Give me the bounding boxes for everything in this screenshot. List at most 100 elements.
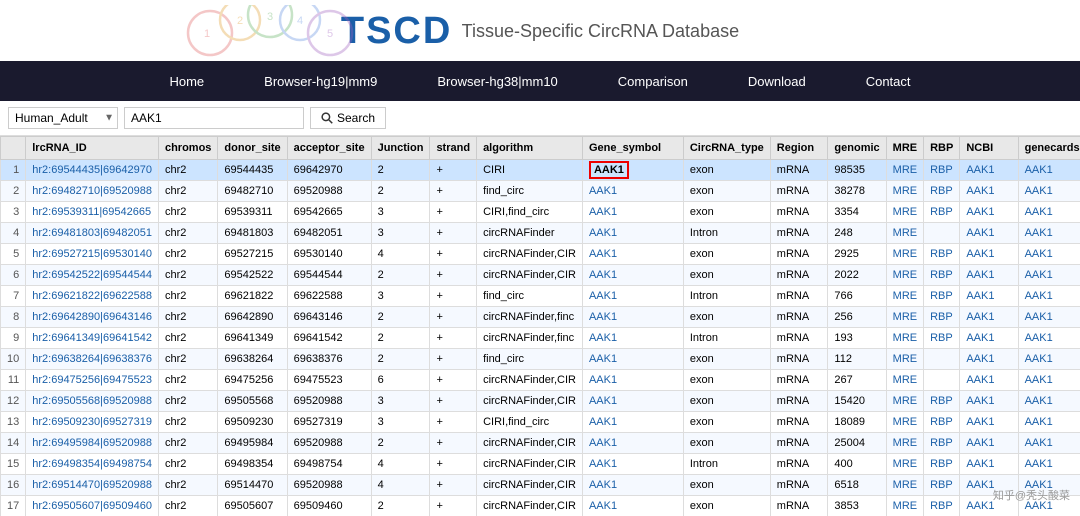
nav-comparison[interactable]: Comparison [588, 61, 718, 101]
cell-genecards[interactable]: AAK1 [1018, 223, 1080, 244]
cell-rbp[interactable] [924, 349, 960, 370]
cell-gene[interactable]: AAK1 [582, 370, 683, 391]
cell-mre[interactable]: MRE [886, 454, 923, 475]
cell-genecards[interactable]: AAK1 [1018, 181, 1080, 202]
cell-genecards[interactable]: AAK1 [1018, 265, 1080, 286]
cell-gene[interactable]: AAK1 [582, 328, 683, 349]
cell-gene[interactable]: AAK1 [582, 349, 683, 370]
cell-ncbi[interactable]: AAK1 [960, 244, 1018, 265]
cell-mre[interactable]: MRE [886, 223, 923, 244]
cell-gene[interactable]: AAK1 [582, 244, 683, 265]
cell-ncbi[interactable]: AAK1 [960, 433, 1018, 454]
cell-mre[interactable]: MRE [886, 160, 923, 181]
cell-gene[interactable]: AAK1 [582, 391, 683, 412]
cell-id[interactable]: hr2:69509230|69527319 [26, 412, 159, 433]
cell-id[interactable]: hr2:69475256|69475523 [26, 370, 159, 391]
cell-genecards[interactable]: AAK1 [1018, 286, 1080, 307]
cell-rbp[interactable]: RBP [924, 412, 960, 433]
cell-rbp[interactable]: RBP [924, 202, 960, 223]
cell-id[interactable]: hr2:69641349|69641542 [26, 328, 159, 349]
cell-id[interactable]: hr2:69498354|69498754 [26, 454, 159, 475]
cell-gene[interactable]: AAK1 [582, 454, 683, 475]
cell-mre[interactable]: MRE [886, 244, 923, 265]
cell-rbp[interactable]: RBP [924, 160, 960, 181]
search-input[interactable] [124, 107, 304, 129]
cell-mre[interactable]: MRE [886, 286, 923, 307]
cell-id[interactable]: hr2:69482710|69520988 [26, 181, 159, 202]
cell-genecards[interactable]: AAK1 [1018, 433, 1080, 454]
cell-id[interactable]: hr2:69542522|69544544 [26, 265, 159, 286]
cell-rbp[interactable] [924, 370, 960, 391]
cell-mre[interactable]: MRE [886, 181, 923, 202]
cell-gene[interactable]: AAK1 [582, 202, 683, 223]
cell-mre[interactable]: MRE [886, 202, 923, 223]
cell-genecards[interactable]: AAK1 [1018, 160, 1080, 181]
cell-rbp[interactable]: RBP [924, 244, 960, 265]
cell-ncbi[interactable]: AAK1 [960, 475, 1018, 496]
cell-id[interactable]: hr2:69527215|69530140 [26, 244, 159, 265]
cell-id[interactable]: hr2:69514470|69520988 [26, 475, 159, 496]
cell-ncbi[interactable]: AAK1 [960, 454, 1018, 475]
cell-ncbi[interactable]: AAK1 [960, 391, 1018, 412]
cell-rbp[interactable]: RBP [924, 286, 960, 307]
cell-gene[interactable]: AAK1 [582, 223, 683, 244]
cell-rbp[interactable]: RBP [924, 454, 960, 475]
cell-rbp[interactable]: RBP [924, 475, 960, 496]
cell-mre[interactable]: MRE [886, 433, 923, 454]
cell-ncbi[interactable]: AAK1 [960, 202, 1018, 223]
cell-mre[interactable]: MRE [886, 370, 923, 391]
cell-id[interactable]: hr2:69544435|69642970 [26, 160, 159, 181]
cell-ncbi[interactable]: AAK1 [960, 265, 1018, 286]
cell-genecards[interactable]: AAK1 [1018, 307, 1080, 328]
cell-mre[interactable]: MRE [886, 475, 923, 496]
cell-gene[interactable]: AAK1 [582, 307, 683, 328]
cell-mre[interactable]: MRE [886, 328, 923, 349]
cell-ncbi[interactable]: AAK1 [960, 370, 1018, 391]
search-button[interactable]: Search [310, 107, 386, 129]
cell-ncbi[interactable]: AAK1 [960, 412, 1018, 433]
cell-gene[interactable]: AAK1 [582, 181, 683, 202]
cell-gene[interactable]: AAK1 [582, 286, 683, 307]
cell-genecards[interactable]: AAK1 [1018, 202, 1080, 223]
cell-genecards[interactable]: AAK1 [1018, 370, 1080, 391]
cell-rbp[interactable]: RBP [924, 433, 960, 454]
cell-mre[interactable]: MRE [886, 349, 923, 370]
cell-genecards[interactable]: AAK1 [1018, 412, 1080, 433]
cell-gene[interactable]: AAK1 [582, 160, 683, 181]
cell-id[interactable]: hr2:69642890|69643146 [26, 307, 159, 328]
cell-gene[interactable]: AAK1 [582, 412, 683, 433]
cell-ncbi[interactable]: AAK1 [960, 286, 1018, 307]
species-select[interactable]: Human_Adult Human_Fetal Mouse_Adult Mous… [8, 107, 118, 129]
cell-gene[interactable]: AAK1 [582, 265, 683, 286]
nav-browser-hg38[interactable]: Browser-hg38|mm10 [407, 61, 587, 101]
cell-rbp[interactable]: RBP [924, 181, 960, 202]
cell-genecards[interactable]: AAK1 [1018, 244, 1080, 265]
cell-rbp[interactable]: RBP [924, 328, 960, 349]
nav-browser-hg19[interactable]: Browser-hg19|mm9 [234, 61, 407, 101]
cell-rbp[interactable] [924, 223, 960, 244]
cell-mre[interactable]: MRE [886, 391, 923, 412]
cell-id[interactable]: hr2:69481803|69482051 [26, 223, 159, 244]
cell-ncbi[interactable]: AAK1 [960, 349, 1018, 370]
cell-id[interactable]: hr2:69638264|69638376 [26, 349, 159, 370]
cell-mre[interactable]: MRE [886, 265, 923, 286]
cell-id[interactable]: hr2:69539311|69542665 [26, 202, 159, 223]
cell-genecards[interactable]: AAK1 [1018, 475, 1080, 496]
cell-genecards[interactable]: AAK1 [1018, 454, 1080, 475]
cell-ncbi[interactable]: AAK1 [960, 181, 1018, 202]
cell-ncbi[interactable]: AAK1 [960, 223, 1018, 244]
cell-rbp[interactable]: RBP [924, 391, 960, 412]
cell-id[interactable]: hr2:69621822|69622588 [26, 286, 159, 307]
cell-rbp[interactable]: RBP [924, 307, 960, 328]
nav-download[interactable]: Download [718, 61, 836, 101]
cell-id[interactable]: hr2:69495984|69520988 [26, 433, 159, 454]
cell-genecards[interactable]: AAK1 [1018, 328, 1080, 349]
cell-ncbi[interactable]: AAK1 [960, 307, 1018, 328]
cell-rbp[interactable]: RBP [924, 265, 960, 286]
cell-id[interactable]: hr2:69505568|69520988 [26, 391, 159, 412]
cell-mre[interactable]: MRE [886, 307, 923, 328]
nav-contact[interactable]: Contact [836, 61, 941, 101]
cell-genecards[interactable]: AAK1 [1018, 391, 1080, 412]
cell-gene[interactable]: AAK1 [582, 475, 683, 496]
nav-home[interactable]: Home [139, 61, 234, 101]
